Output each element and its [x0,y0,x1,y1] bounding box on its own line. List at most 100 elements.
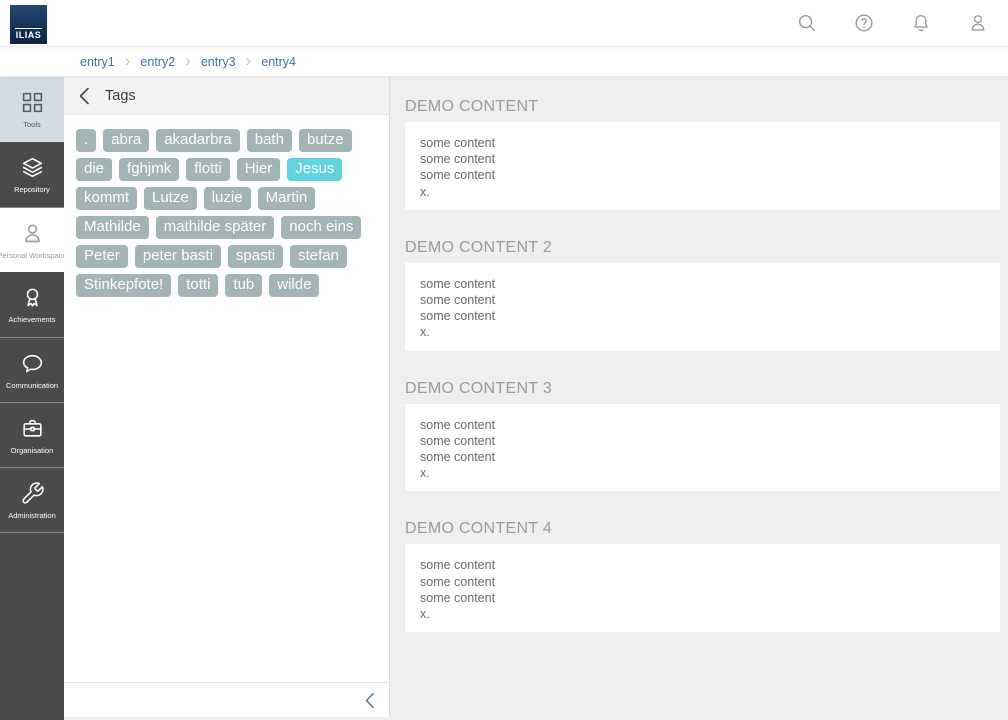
tags-panel-header: Tags [64,77,389,115]
sidebar-item-label: Administration [8,511,56,520]
tag-chip[interactable]: Lutze [144,187,197,210]
sidebar-item-communication[interactable]: Communication [0,337,64,402]
user-menu-button[interactable] [966,11,990,35]
tag-chip[interactable]: tub [225,274,262,297]
main-content: DEMO CONTENTsome contentsome contentsome… [390,77,1008,720]
content-line: some content [420,276,985,292]
top-bar: ILIAS [0,0,1008,47]
logo-text: ILIAS [15,28,43,44]
chevron-right-icon: › [125,56,131,68]
content-line: some content [420,590,985,606]
sidebar-item-organisation[interactable]: Organisation [0,402,64,467]
sidebar-filler [0,532,64,720]
content-line: some content [420,557,985,573]
section-title: DEMO CONTENT 2 [405,239,1000,257]
search-icon [796,12,818,34]
tag-chip[interactable]: stefan [290,245,347,268]
sidebar-item-label: Tools [23,120,41,129]
breadcrumb-item[interactable]: entry4 [261,55,296,69]
layers-icon [20,155,45,180]
tag-chip[interactable]: Stinkepfote! [76,274,171,297]
notifications-button[interactable] [909,11,933,35]
tag-chip[interactable]: totti [178,274,218,297]
collapse-panel-button[interactable] [365,692,375,709]
back-button[interactable] [79,87,90,105]
content-line: some content [420,433,985,449]
content-line: some content [420,167,985,183]
tag-chip[interactable]: wilde [269,274,319,297]
sidebar-item-achievements[interactable]: Achievements [0,272,64,337]
breadcrumb-item[interactable]: entry2 [140,55,175,69]
tag-chip[interactable]: kommt [76,187,137,210]
notifications-icon [910,12,932,34]
sidebar-item-label: Communication [6,381,58,390]
tag-chip[interactable]: mathilde später [156,216,275,239]
page-body: Tools Repository Personal Workspace Achi… [0,77,1008,720]
breadcrumb-item[interactable]: entry3 [201,55,236,69]
content-line: x. [420,465,985,481]
tag-chip[interactable]: akadarbra [156,129,240,152]
content-line: some content [420,574,985,590]
tag-chip[interactable]: bath [247,129,292,152]
section-title: DEMO CONTENT [405,98,1000,116]
breadcrumb-bar: entry1 › entry2 › entry3 › entry4 [0,47,1008,77]
chevron-right-icon: › [185,56,191,68]
content-line: some content [420,135,985,151]
topbar-icon-group [795,11,990,35]
grid-icon [20,90,45,115]
sidebar-item-label: Personal Workspace [0,251,64,260]
content-line: some content [420,151,985,167]
tag-chip[interactable]: Peter [76,245,128,268]
help-button[interactable] [852,11,876,35]
tag-chip[interactable]: butze [299,129,352,152]
ilias-logo[interactable]: ILIAS [10,5,47,44]
speech-bubble-icon [20,351,45,376]
tag-chip[interactable]: Jesus [287,158,342,181]
search-button[interactable] [795,11,819,35]
chevron-left-icon [365,692,375,709]
sidebar: Tools Repository Personal Workspace Achi… [0,77,64,720]
sidebar-item-personal-workspace[interactable]: Personal Workspace [0,207,64,272]
tag-chip[interactable]: luzie [204,187,251,210]
sidebar-item-label: Organisation [11,446,54,455]
sidebar-item-label: Repository [14,185,50,194]
tag-chip[interactable]: fghjmk [119,158,179,181]
tag-chip[interactable]: abra [103,129,149,152]
breadcrumb-item[interactable]: entry1 [80,55,115,69]
panel-title: Tags [105,88,136,104]
chevron-left-icon [79,87,90,105]
content-section: DEMO CONTENT 2some contentsome contentso… [405,239,1000,351]
chevron-right-icon: › [246,56,252,68]
sidebar-item-repository[interactable]: Repository [0,142,64,207]
content-card: some contentsome contentsome contentx. [405,263,1000,351]
tag-chip[interactable]: noch eins [281,216,361,239]
person-icon [20,221,45,246]
section-title: DEMO CONTENT 4 [405,520,1000,538]
medal-icon [20,285,45,310]
sidebar-item-tools[interactable]: Tools [0,77,64,142]
tag-chip[interactable]: spasti [228,245,283,268]
content-line: x. [420,606,985,622]
content-line: some content [420,308,985,324]
content-section: DEMO CONTENT 3some contentsome contentso… [405,380,1000,492]
tag-chip[interactable]: Mathilde [76,216,149,239]
content-line: some content [420,292,985,308]
tag-chip[interactable]: Hier [237,158,281,181]
content-section: DEMO CONTENT 4some contentsome contentso… [405,520,1000,632]
tags-panel-footer [64,682,389,717]
content-line: x. [420,324,985,340]
tag-chip[interactable]: die [76,158,112,181]
content-line: some content [420,449,985,465]
tag-chip[interactable]: flotti [186,158,230,181]
tag-chip[interactable]: . [76,129,96,152]
sidebar-item-administration[interactable]: Administration [0,467,64,532]
section-title: DEMO CONTENT 3 [405,380,1000,398]
tag-chip[interactable]: Martin [258,187,316,210]
content-line: some content [420,417,985,433]
tag-chip[interactable]: peter basti [135,245,221,268]
user-icon [967,12,989,34]
briefcase-icon [20,416,45,441]
content-section: DEMO CONTENTsome contentsome contentsome… [405,98,1000,210]
wrench-icon [20,481,45,506]
sidebar-item-label: Achievements [8,315,55,324]
